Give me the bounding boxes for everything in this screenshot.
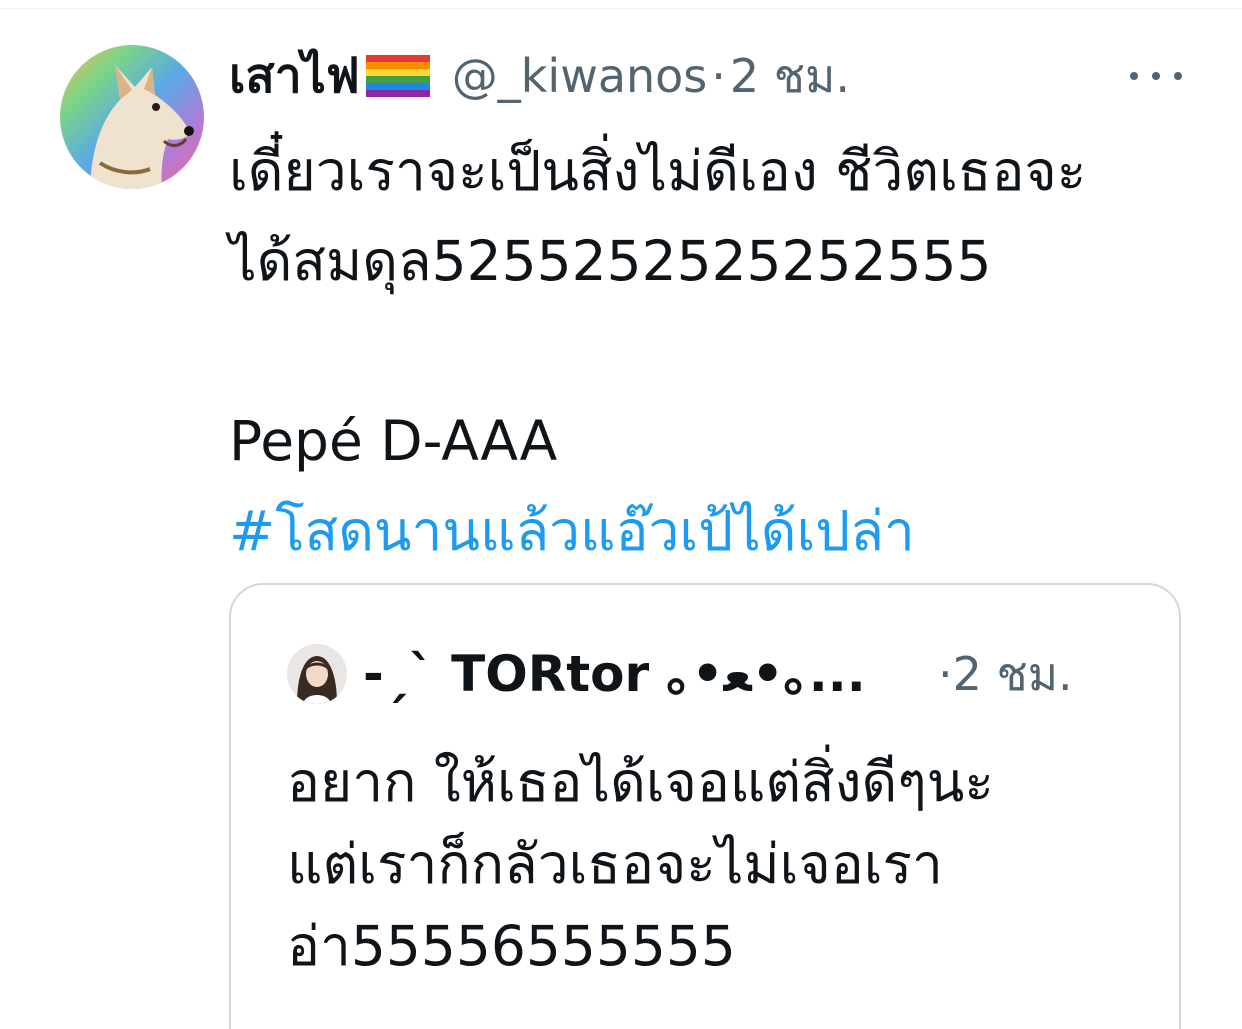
tweet-view: เสาไฟ @_kiwanos · 2 ชม. เดี๋ยวเราจะเป็นส… (0, 0, 1242, 1029)
quoted-tweet-timestamp: ·2 ชม. (938, 642, 1073, 706)
tweet-header: เสาไฟ @_kiwanos · 2 ชม. (229, 44, 1179, 108)
quoted-text-line: แต่เราก็กลัวเธอจะไม่เจอเรา (287, 832, 943, 896)
quoted-text-line: อ่า55556555555 (287, 914, 736, 978)
tweet-text-line: เดี๋ยวเราจะเป็นสิ่งไม่ดีเอง ชีวิตเธอจะ (229, 139, 1087, 203)
more-dots-icon[interactable] (1128, 58, 1184, 94)
author-handle[interactable]: @_kiwanos (452, 44, 708, 108)
quoted-tweet-card[interactable]: -ˏˋ TORtor ｡•ﻌ•｡... ·2 ชม. อยาก ให้เธอได… (229, 583, 1181, 1029)
quoted-text-line: อยาก ให้เธอได้เจอแต่สิ่งดีๆนะ (287, 750, 994, 814)
separator-dot: · (938, 647, 953, 701)
divider (0, 8, 1242, 9)
quoted-author-display-name: -ˏˋ TORtor ｡•ﻌ•｡... (363, 645, 866, 703)
tweet-signature: Pepé D-AAA (229, 409, 558, 473)
quoted-tweet-header: -ˏˋ TORtor ｡•ﻌ•｡... ·2 ชม. (287, 642, 1127, 706)
separator-dot: · (711, 49, 726, 103)
quoted-author-avatar (287, 644, 347, 704)
tweet-text-line: ได้สมดุล5255252525252555 (229, 229, 992, 293)
quoted-tweet-time: 2 ชม. (952, 647, 1073, 701)
tweet-body: เดี๋ยวเราจะเป็นสิ่งไม่ดีเอง ชีวิตเธอจะ ไ… (229, 126, 1219, 576)
quoted-tweet-body: อยาก ให้เธอได้เจอแต่สิ่งดีๆนะ แต่เราก็กล… (287, 741, 1147, 987)
author-avatar[interactable] (60, 45, 204, 189)
author-display-name[interactable]: เสาไฟ (229, 44, 360, 108)
hashtag-link[interactable]: #โสดนานแล้วแอ๊วเป้ได้เปล่า (229, 486, 1219, 576)
rainbow-flag-icon (365, 55, 430, 97)
tweet-timestamp[interactable]: 2 ชม. (730, 44, 850, 108)
